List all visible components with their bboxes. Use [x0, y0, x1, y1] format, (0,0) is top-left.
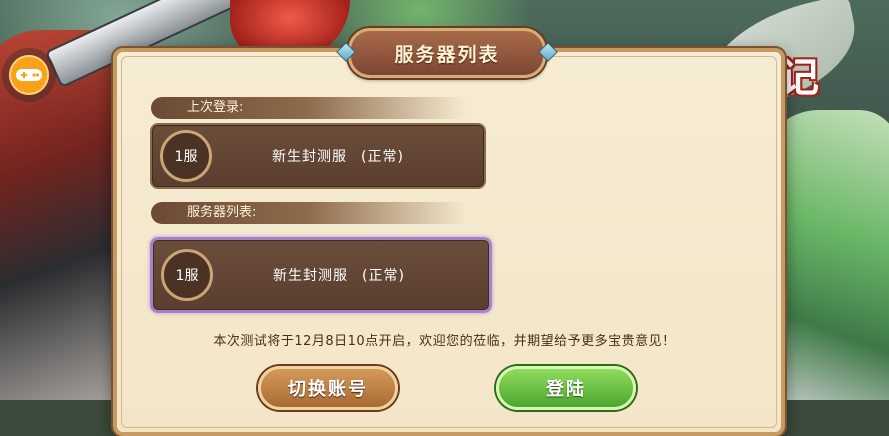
server-status: (正常): [362, 268, 405, 284]
dialog-title-plate: 服务器列表: [336, 28, 558, 78]
server-status: (正常): [361, 149, 404, 165]
server-name-row: 新生封测服 (正常): [273, 240, 405, 310]
server-number-badge: 1服: [161, 249, 213, 301]
server-name: 新生封测服: [273, 268, 348, 284]
switch-account-button[interactable]: 切换账号: [258, 366, 398, 410]
notice-text: 本次测试将于12月8日10点开启，欢迎您的莅临，并期望给予更多宝贵意见！: [213, 334, 676, 349]
last-login-server-card[interactable]: 1服 新生封测服 (正常): [150, 123, 486, 189]
server-list-item[interactable]: 1服 新生封测服 (正常): [150, 237, 492, 313]
login-button[interactable]: 登陆: [496, 366, 636, 410]
last-login-label: 上次登录:: [151, 97, 467, 119]
floating-gamepad-button[interactable]: [2, 48, 56, 102]
gamepad-icon: [9, 55, 49, 95]
server-number-badge: 1服: [160, 130, 212, 182]
server-list-label: 服务器列表:: [151, 202, 467, 224]
dialog-title: 服务器列表: [394, 43, 500, 66]
server-name-row: 新生封测服 (正常): [272, 125, 404, 187]
server-name: 新生封测服: [272, 149, 347, 165]
